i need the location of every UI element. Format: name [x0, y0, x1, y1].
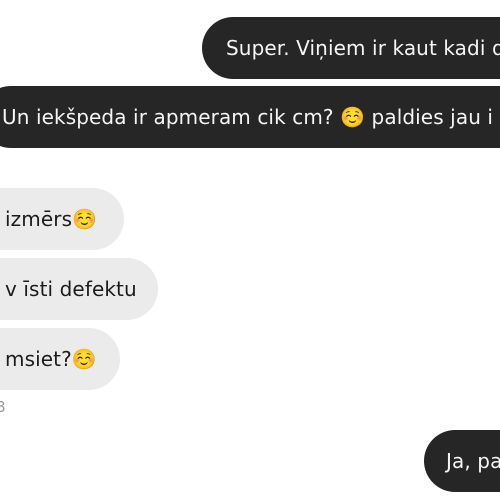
message-bubble-outgoing[interactable]: Super. Viņiem ir kaut kadi d	[202, 17, 500, 79]
chat-thread: Super. Viņiem ir kaut kadi d Un iekšpeda…	[0, 0, 500, 500]
message-bubble-incoming[interactable]: izmērs☺️	[0, 188, 124, 250]
message-timestamp: 8	[0, 398, 6, 416]
message-bubble-outgoing[interactable]: Un iekšpeda ir apmeram cik cm? ☺️ paldie…	[0, 86, 500, 148]
message-bubble-incoming[interactable]: v īsti defektu	[0, 258, 158, 320]
message-bubble-outgoing[interactable]: Ja, pa	[424, 430, 500, 492]
message-bubble-incoming[interactable]: msiet?☺️	[0, 328, 120, 390]
